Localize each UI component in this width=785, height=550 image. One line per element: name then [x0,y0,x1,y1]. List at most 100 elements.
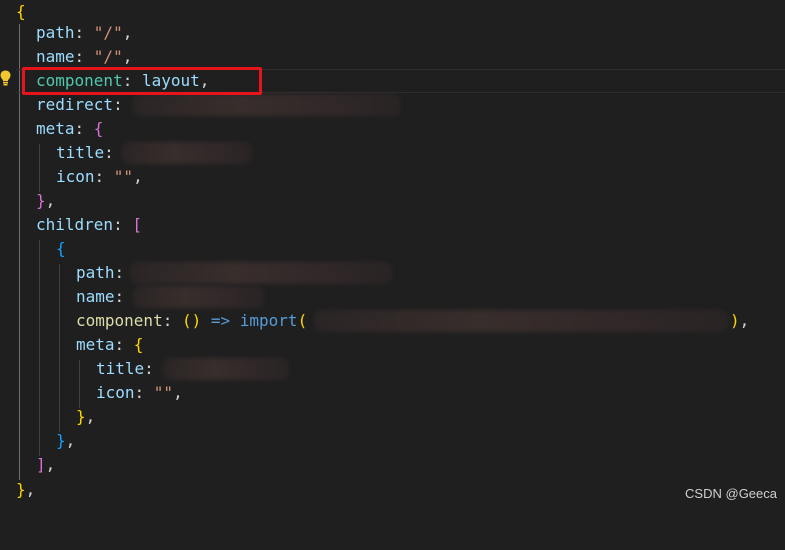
redacted-value [133,94,401,116]
title-key: title [96,359,145,378]
code-line-15[interactable]: meta: { [0,333,785,357]
parens: () [181,311,202,330]
name-key: name [76,287,115,306]
code-content: redirect: [36,93,123,117]
path-key: path [36,23,75,42]
close-paren: ) [730,311,740,330]
code-content: path: [76,261,124,285]
close-brace: } [56,431,66,450]
code-content: name: [76,285,124,309]
code-content: icon: "", [56,165,143,189]
code-line-20[interactable]: ], [0,453,785,477]
path-key: path [76,263,115,282]
meta-key: meta [76,335,115,354]
colon: : [134,383,154,402]
icon-value: "" [153,383,174,402]
code-content: meta: { [76,333,143,357]
code-content: }, [36,189,55,213]
import-keyword: import [239,311,298,330]
comma: , [122,47,133,66]
code-content: path: "/", [36,21,132,45]
name-value: "/" [93,47,123,66]
icon-value: "" [113,167,134,186]
comma: , [739,311,750,330]
children-key: children [36,215,114,234]
code-line-19[interactable]: }, [0,429,785,453]
close-brace: } [36,191,46,210]
code-content: meta: { [36,117,103,141]
comma: , [122,23,133,42]
code-line-7[interactable]: title: [0,141,785,165]
meta-key: meta [36,119,75,138]
redacted-value [163,358,289,380]
open-bracket: [ [132,215,142,234]
comma: , [45,191,56,210]
code-content: title: [96,357,154,381]
colon: : [113,95,123,114]
comma: , [45,455,56,474]
close-brace: } [76,407,86,426]
colon: : [74,119,94,138]
code-line-8[interactable]: icon: "", [0,165,785,189]
code-content: children: [ [36,213,142,237]
code-content: title: [56,141,114,165]
comma: , [85,407,96,426]
open-brace: { [56,239,66,258]
comma: , [133,167,143,186]
code-line-6[interactable]: meta: { [0,117,785,141]
code-line-18[interactable]: }, [0,405,785,429]
code-line-12[interactable]: path: [0,261,785,285]
close-bracket: ] [36,455,46,474]
code-line-17[interactable]: icon: "", [0,381,785,405]
code-content: }, [76,405,95,429]
redacted-value [130,262,392,284]
code-editor[interactable]: { path: "/", name: "/", component: layou… [0,0,785,507]
open-brace: { [93,119,104,138]
arrow: => [201,311,240,330]
colon: : [104,143,114,162]
comma: , [173,383,183,402]
code-content: component: () => import( [76,309,307,333]
colon: : [113,215,133,234]
component-key: component [76,311,163,330]
redacted-value [122,142,252,164]
open-brace: { [133,335,144,354]
colon: : [114,335,134,354]
code-line-11[interactable]: { [0,237,785,261]
colon: : [114,263,125,282]
colon: : [74,23,94,42]
name-key: name [36,47,75,66]
colon: : [114,287,125,306]
close-brace: } [16,480,26,499]
icon-key: icon [56,167,95,186]
code-content: ), [730,309,749,333]
redacted-value [133,286,264,308]
comma: , [65,431,76,450]
colon: : [162,311,182,330]
code-line-9[interactable]: }, [0,189,785,213]
code-line-16[interactable]: title: [0,357,785,381]
code-line-13[interactable]: name: [0,285,785,309]
code-line-2[interactable]: path: "/", [0,21,785,45]
lightbulb-icon[interactable] [0,70,11,86]
watermark: CSDN @Geeca [685,486,777,501]
redirect-key: redirect [36,95,114,114]
colon: : [144,359,154,378]
code-line-10[interactable]: children: [ [0,213,785,237]
comma: , [25,480,36,499]
redacted-value [314,310,728,332]
code-content: }, [56,429,75,453]
title-key: title [56,143,105,162]
icon-key: icon [96,383,135,402]
code-content: }, [16,478,35,502]
code-line-21[interactable]: }, [0,478,785,502]
code-content: icon: "", [96,381,183,405]
path-value: "/" [93,23,123,42]
colon: : [94,167,114,186]
open-paren: ( [297,311,308,330]
colon: : [74,47,94,66]
code-content: ], [36,453,55,477]
code-content: name: "/", [36,45,132,69]
annotation-highlight-box [22,67,262,95]
code-line-3[interactable]: name: "/", [0,45,785,69]
